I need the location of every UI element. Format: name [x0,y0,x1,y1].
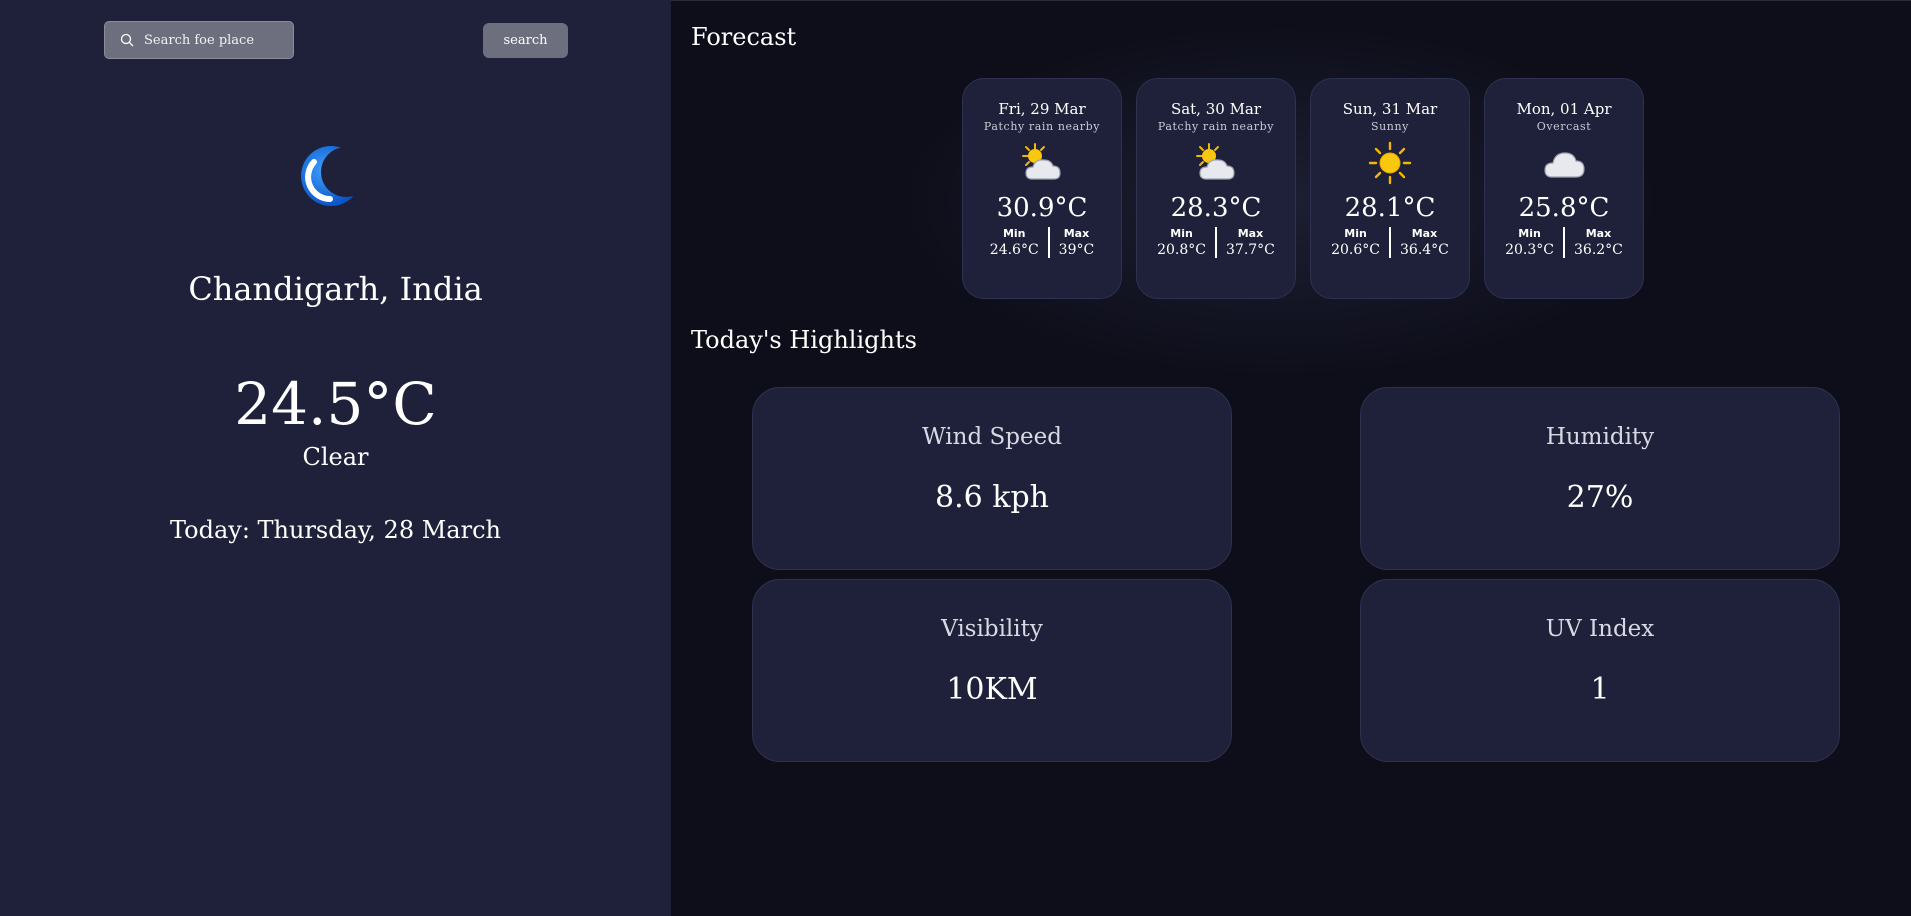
forecast-title: Forecast [691,23,797,51]
highlight-value: 27% [1566,480,1634,515]
forecast-card: Sun, 31 Mar Sunny 28.1°C Min 20.6°C Max [1310,78,1470,299]
search-input[interactable] [144,32,284,48]
highlight-value: 10KM [946,672,1038,707]
highlight-value: 1 [1590,672,1610,707]
max-value: 39°C [1058,242,1095,258]
forecast-card: Mon, 01 Apr Overcast 25.8°C Min 20.3°C M… [1484,78,1644,299]
forecast-card: Fri, 29 Mar Patchy rain nearby 30.9°C Mi… [962,78,1122,299]
forecast-max: Max 37.7°C [1215,227,1284,258]
max-label: Max [1411,227,1438,240]
main-panel: Forecast Fri, 29 Mar Patchy rain nearby … [671,0,1911,916]
min-label: Min [1518,227,1541,240]
sun-icon [1368,141,1412,185]
highlights-title: Today's Highlights [691,326,917,354]
sidebar: search Chandigarh, India 24.5°C Clear To… [0,0,671,916]
max-value: 36.4°C [1400,242,1449,258]
current-condition: Clear [302,443,369,471]
search-box[interactable] [104,21,294,59]
forecast-max: Max 36.4°C [1389,227,1458,258]
max-value: 37.7°C [1226,242,1275,258]
forecast-min: Min 20.8°C [1148,227,1215,258]
forecast-temperature: 28.1°C [1344,193,1436,223]
forecast-date: Sun, 31 Mar [1342,100,1438,118]
forecast-temperature: 25.8°C [1518,193,1610,223]
min-value: 20.3°C [1505,242,1554,258]
max-label: Max [1063,227,1090,240]
max-value: 36.2°C [1574,242,1623,258]
forecast-condition: Patchy rain nearby [1157,120,1275,133]
max-label: Max [1585,227,1612,240]
min-value: 20.8°C [1157,242,1206,258]
forecast-date: Fri, 29 Mar [998,100,1086,118]
uv-index-card: UV Index 1 [1360,579,1840,762]
weather-app: search Chandigarh, India 24.5°C Clear To… [0,0,1911,916]
search-button[interactable]: search [483,23,568,58]
highlight-label: Humidity [1545,424,1655,450]
max-label: Max [1237,227,1264,240]
forecast-condition: Patchy rain nearby [983,120,1101,133]
highlight-value: 8.6 kph [935,480,1049,515]
visibility-card: Visibility 10KM [752,579,1232,762]
search-icon [120,33,134,47]
forecast-max: Max 36.2°C [1563,227,1632,258]
forecast-max: Max 39°C [1047,227,1104,258]
forecast-date: Mon, 01 Apr [1516,100,1612,118]
forecast-condition: Sunny [1370,120,1409,133]
location-name: Chandigarh, India [188,270,483,308]
highlight-label: Wind Speed [922,424,1062,450]
forecast-range: Min 24.6°C Max 39°C [963,227,1121,258]
forecast-temperature: 30.9°C [996,193,1088,223]
forecast-range: Min 20.3°C Max 36.2°C [1485,227,1643,258]
min-label: Min [1170,227,1193,240]
forecast-temperature: 28.3°C [1170,193,1262,223]
crescent-moon-icon [300,144,371,208]
min-label: Min [1344,227,1367,240]
min-value: 24.6°C [989,242,1039,258]
forecast-range: Min 20.6°C Max 36.4°C [1311,227,1469,258]
forecast-min: Min 20.6°C [1322,227,1389,258]
forecast-min: Min 24.6°C [981,227,1048,258]
forecast-condition: Overcast [1536,120,1592,133]
wind-speed-card: Wind Speed 8.6 kph [752,387,1232,570]
min-value: 20.6°C [1331,242,1380,258]
sun-behind-cloud-icon [1022,143,1061,180]
cloud-icon [1544,152,1585,178]
min-label: Min [1002,227,1026,240]
highlight-label: Visibility [941,616,1043,642]
humidity-card: Humidity 27% [1360,387,1840,570]
sun-behind-cloud-icon [1196,143,1235,180]
forecast-card: Sat, 30 Mar Patchy rain nearby 28.3°C Mi… [1136,78,1296,299]
current-temperature: 24.5°C [234,370,437,438]
forecast-date: Sat, 30 Mar [1170,100,1262,118]
forecast-range: Min 20.8°C Max 37.7°C [1137,227,1295,258]
highlight-label: UV Index [1545,616,1655,642]
today-date: Today: Thursday, 28 March [170,516,501,544]
forecast-min: Min 20.3°C [1496,227,1563,258]
